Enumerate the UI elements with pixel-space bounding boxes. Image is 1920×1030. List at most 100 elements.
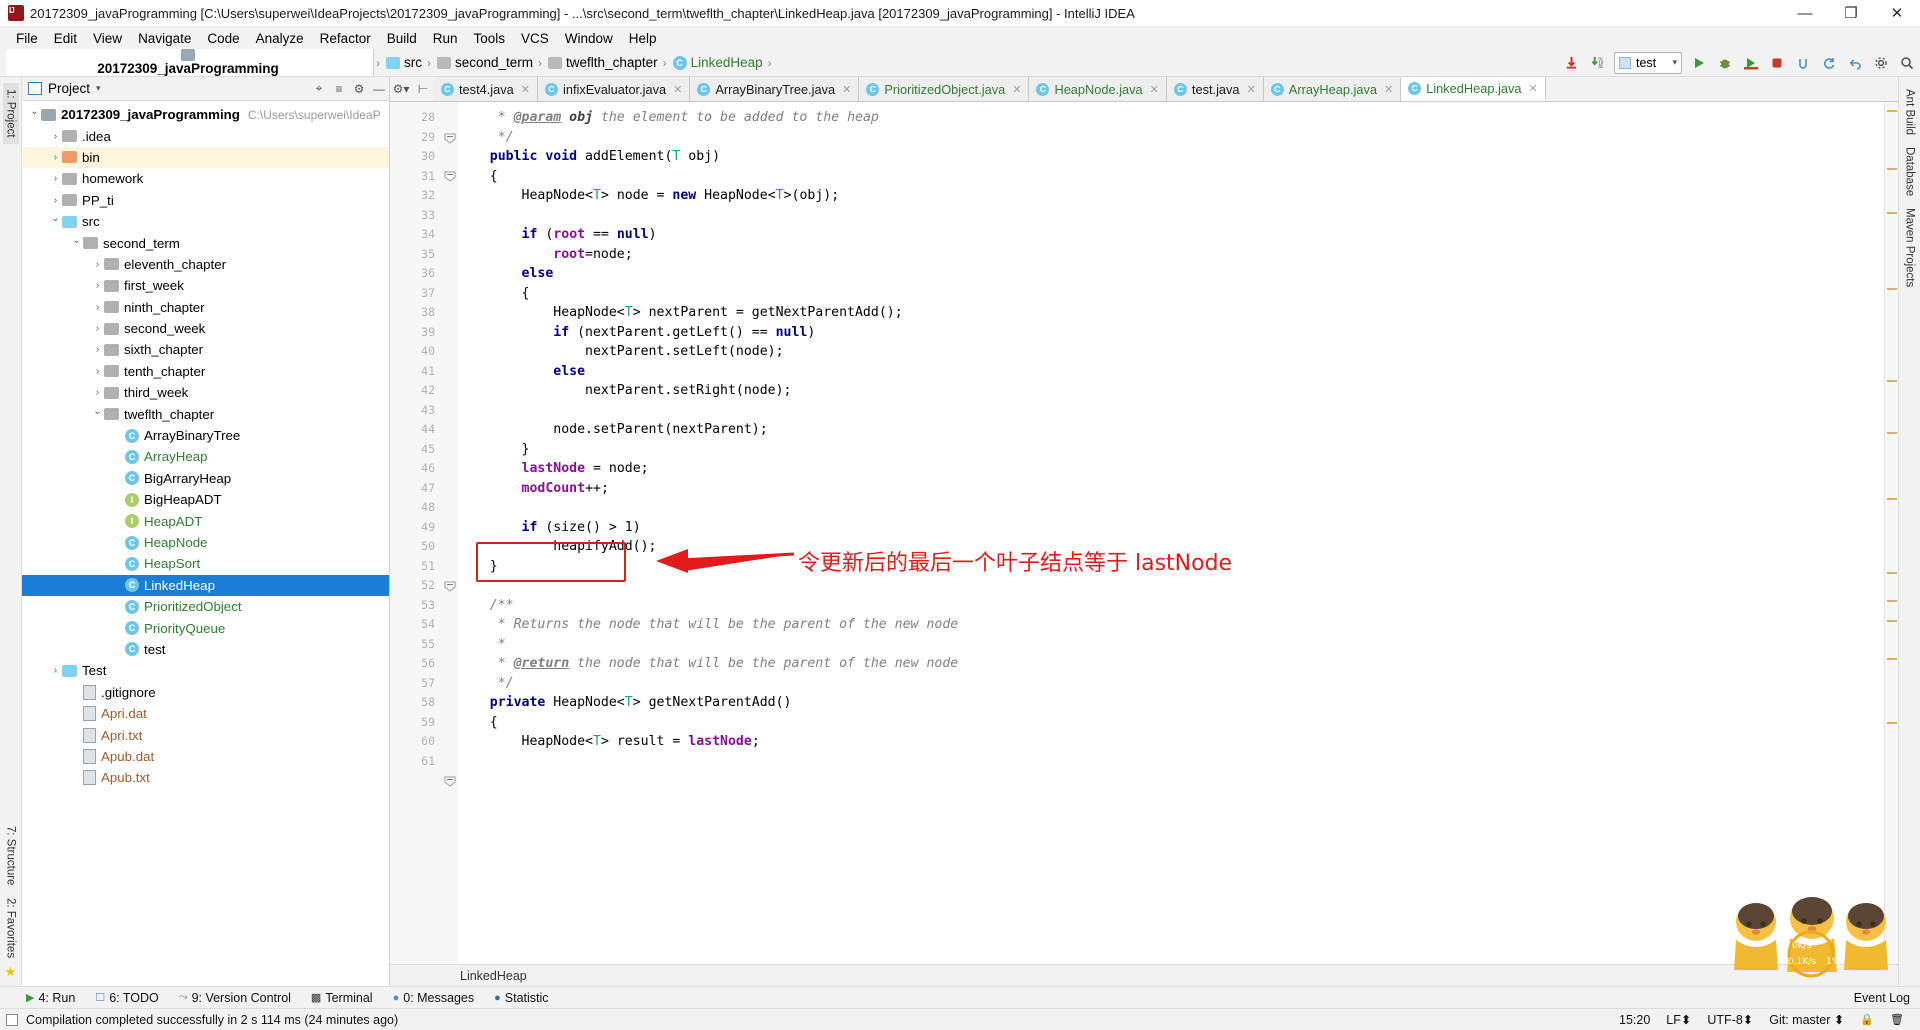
run-icon[interactable] bbox=[1686, 51, 1712, 75]
settings-icon[interactable]: ⚙ bbox=[349, 79, 369, 99]
tool-terminal[interactable]: ▩ Terminal bbox=[311, 991, 373, 1005]
trash-icon[interactable]: 🗑 bbox=[1890, 1013, 1904, 1026]
code-line[interactable]: */ bbox=[458, 128, 1884, 148]
close-icon[interactable]: ✕ bbox=[1247, 83, 1256, 96]
tree-node[interactable]: .gitignore bbox=[22, 682, 389, 703]
error-stripe-markers[interactable] bbox=[1884, 102, 1898, 964]
tree-node[interactable]: eleventh_chapter bbox=[22, 254, 389, 275]
menu-build[interactable]: Build bbox=[379, 29, 425, 48]
status-line-separator[interactable]: LF⬍ bbox=[1666, 1012, 1691, 1027]
tree-node[interactable]: homework bbox=[22, 168, 389, 189]
tree-node[interactable]: C BigArraryHeap bbox=[22, 468, 389, 489]
code-line[interactable]: private HeapNode<T> getNextParentAdd() bbox=[458, 693, 1884, 713]
menu-vcs[interactable]: VCS bbox=[513, 29, 557, 48]
tree-node[interactable]: third_week bbox=[22, 382, 389, 403]
tree-node[interactable]: tweflth_chapter bbox=[22, 403, 389, 424]
code-line[interactable]: nextParent.setRight(node); bbox=[458, 381, 1884, 401]
tree-node[interactable]: I BigHeapADT bbox=[22, 489, 389, 510]
tree-node[interactable]: Apub.txt bbox=[22, 767, 389, 788]
close-icon[interactable]: ✕ bbox=[842, 83, 851, 96]
fold-marker-icon[interactable] bbox=[444, 132, 456, 144]
lock-icon[interactable]: 🔒 bbox=[1860, 1013, 1874, 1026]
tree-node[interactable]: .idea bbox=[22, 125, 389, 146]
editor-tab[interactable]: C HeapNode.java ✕ bbox=[1029, 77, 1167, 101]
run-with-coverage-icon[interactable] bbox=[1738, 51, 1764, 75]
run-configuration-selector[interactable]: test ▾ bbox=[1614, 51, 1682, 74]
code-line[interactable]: node.setParent(nextParent); bbox=[458, 420, 1884, 440]
tree-node[interactable]: Apri.txt bbox=[22, 724, 389, 745]
debug-icon[interactable] bbox=[1712, 51, 1738, 75]
chevron-right-icon[interactable] bbox=[49, 665, 62, 676]
update-project-icon[interactable] bbox=[1558, 51, 1584, 75]
minimize-button[interactable]: — bbox=[1782, 0, 1828, 27]
menu-tools[interactable]: Tools bbox=[466, 29, 514, 48]
menu-run[interactable]: Run bbox=[425, 29, 466, 48]
tree-node[interactable]: C HeapSort bbox=[22, 553, 389, 574]
tree-node[interactable]: Apri.dat bbox=[22, 703, 389, 724]
code-line[interactable]: if (size() > 1) bbox=[458, 518, 1884, 538]
chevron-down-icon[interactable] bbox=[91, 409, 104, 420]
code-line[interactable]: modCount++; bbox=[458, 479, 1884, 499]
tree-node[interactable]: second_week bbox=[22, 318, 389, 339]
tree-node[interactable]: bin bbox=[22, 146, 389, 169]
chevron-down-icon[interactable] bbox=[49, 216, 62, 227]
menu-view[interactable]: View bbox=[85, 29, 130, 48]
chevron-down-icon[interactable] bbox=[70, 238, 83, 249]
status-encoding[interactable]: UTF-8⬍ bbox=[1707, 1012, 1753, 1027]
code-line[interactable]: * bbox=[458, 635, 1884, 655]
editor-tab[interactable]: C PrioritizedObject.java ✕ bbox=[859, 77, 1030, 101]
hide-icon[interactable]: — bbox=[369, 79, 389, 99]
editor-tab[interactable]: Ctest.java ✕ bbox=[1166, 77, 1264, 101]
chevron-right-icon[interactable] bbox=[91, 280, 104, 291]
close-icon[interactable]: ✕ bbox=[1529, 82, 1538, 95]
fold-marker-icon[interactable] bbox=[444, 775, 456, 787]
editor-tab[interactable]: CinfixEvaluator.java ✕ bbox=[538, 77, 691, 101]
sidebar-item-project[interactable]: 1: Project bbox=[2, 83, 19, 144]
tree-node[interactable]: second_term bbox=[22, 232, 389, 253]
close-icon[interactable]: ✕ bbox=[521, 83, 530, 96]
sidebar-item-database[interactable]: Database bbox=[1902, 141, 1918, 202]
menu-refactor[interactable]: Refactor bbox=[312, 29, 379, 48]
code-folding-column[interactable] bbox=[442, 102, 458, 964]
tool-run[interactable]: ▶ 4: Run bbox=[26, 991, 75, 1005]
code-line[interactable]: nextParent.setLeft(node); bbox=[458, 342, 1884, 362]
code-line[interactable]: HeapNode<T> nextParent = getNextParentAd… bbox=[458, 303, 1884, 323]
editor-tab[interactable]: C ArrayHeap.java ✕ bbox=[1263, 77, 1402, 101]
editor-tab[interactable]: C ArrayBinaryTree.java ✕ bbox=[690, 77, 860, 101]
tool-messages[interactable]: ● 0: Messages bbox=[393, 991, 475, 1005]
code-line[interactable]: HeapNode<T> result = lastNode; bbox=[458, 732, 1884, 752]
attach-profiler-icon[interactable] bbox=[1790, 51, 1816, 75]
menu-code[interactable]: Code bbox=[199, 29, 247, 48]
tree-node[interactable]: 20172309_javaProgramming C:\Users\superwe… bbox=[22, 104, 389, 125]
chevron-down-icon[interactable]: ▾ bbox=[96, 83, 101, 94]
close-icon[interactable]: ✕ bbox=[1150, 83, 1159, 96]
tab-pin-icon[interactable]: ⊢ bbox=[412, 77, 434, 101]
code-editor[interactable]: 28 29 30 31 32 33 34 35 36 37 38 39 40 41 42 43 44 45 46 47… bbox=[390, 102, 1898, 964]
tree-node[interactable]: C ArrayBinaryTree bbox=[22, 425, 389, 446]
undo-icon[interactable] bbox=[1842, 51, 1868, 75]
tool-event-log[interactable]: Event Log bbox=[1854, 991, 1910, 1005]
tree-node[interactable]: Apub.dat bbox=[22, 746, 389, 767]
close-button[interactable]: ✕ bbox=[1874, 0, 1920, 27]
tree-node[interactable]: C PrioritizedObject bbox=[22, 596, 389, 617]
close-icon[interactable]: ✕ bbox=[1012, 83, 1021, 96]
code-line[interactable]: * @param obj the element to be added to … bbox=[458, 108, 1884, 128]
code-line[interactable] bbox=[458, 752, 1884, 772]
code-line[interactable]: else bbox=[458, 362, 1884, 382]
code-line[interactable]: else bbox=[458, 264, 1884, 284]
code-line[interactable]: root=node; bbox=[458, 245, 1884, 265]
code-line[interactable]: { bbox=[458, 167, 1884, 187]
breadcrumb-src[interactable]: src bbox=[386, 55, 425, 70]
tree-node[interactable]: src bbox=[22, 211, 389, 232]
breadcrumb-project[interactable]: 20172309_javaProgramming bbox=[6, 49, 374, 76]
tree-node[interactable]: PP_ti bbox=[22, 190, 389, 211]
code-line[interactable] bbox=[458, 206, 1884, 226]
sidebar-item-maven-projects[interactable]: Maven Projects bbox=[1902, 202, 1918, 293]
stop-icon[interactable] bbox=[1764, 51, 1790, 75]
tree-node[interactable]: first_week bbox=[22, 275, 389, 296]
sidebar-item-ant-build[interactable]: Ant Build bbox=[1902, 83, 1918, 141]
code-line[interactable] bbox=[458, 576, 1884, 596]
maximize-button[interactable]: ❐ bbox=[1828, 0, 1874, 27]
menu-help[interactable]: Help bbox=[621, 29, 665, 48]
tree-node[interactable]: tenth_chapter bbox=[22, 361, 389, 382]
